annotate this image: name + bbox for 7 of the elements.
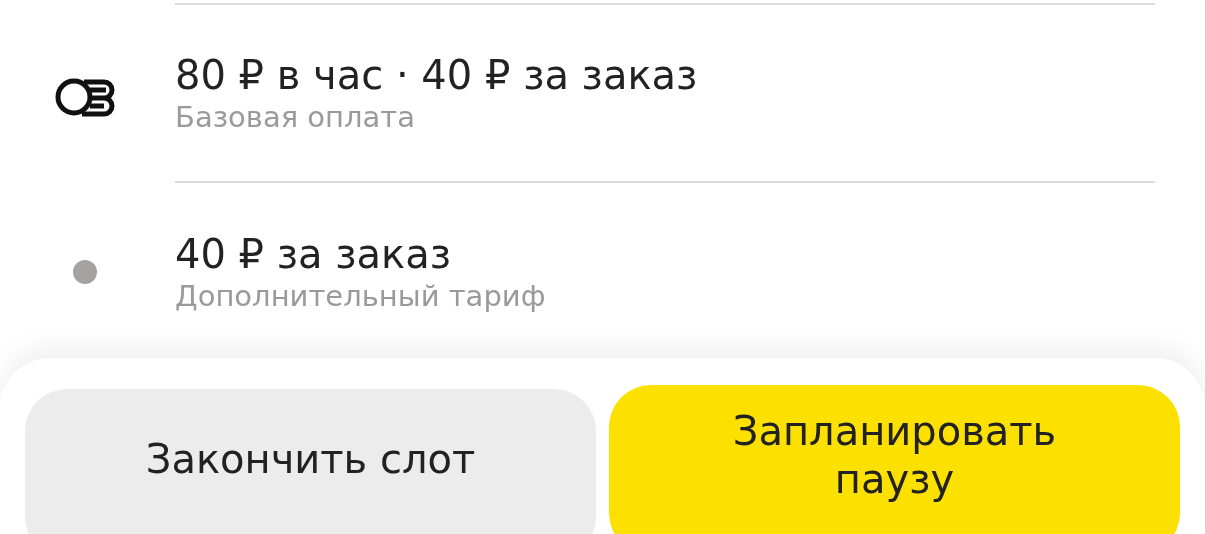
tariff-subtitle: Дополнительный тариф <box>175 279 546 313</box>
dot-icon <box>72 259 98 285</box>
schedule-pause-button[interactable]: Запланировать паузу <box>609 385 1180 534</box>
end-slot-button[interactable]: Закончить слот <box>25 389 596 534</box>
tariff-subtitle: Базовая оплата <box>175 100 417 134</box>
tariff-title: 80 ₽ в час · 40 ₽ за заказ <box>175 52 698 98</box>
tariff-title: 40 ₽ за заказ <box>175 231 452 277</box>
